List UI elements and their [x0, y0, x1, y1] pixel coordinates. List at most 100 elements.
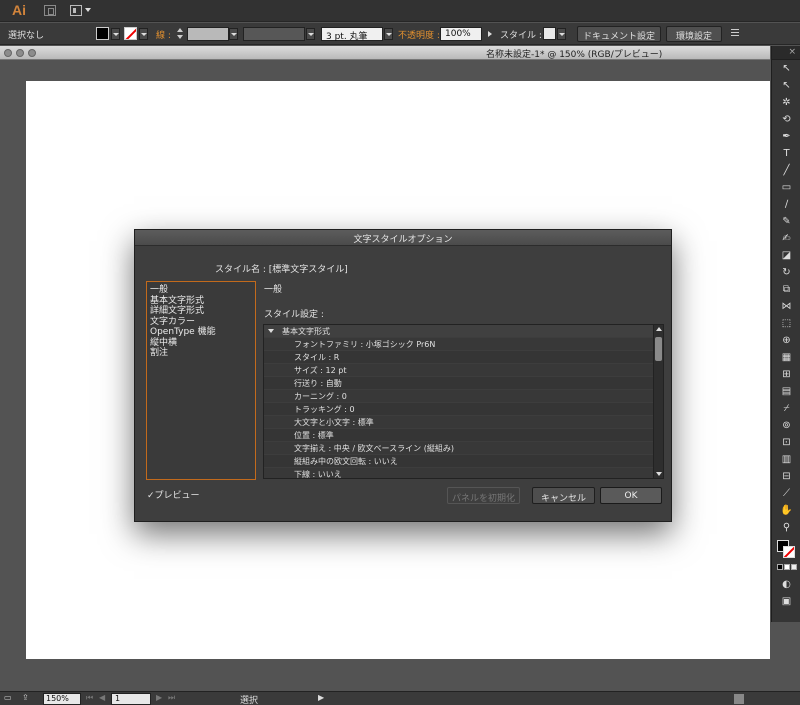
pen-tool-icon[interactable]: ✒ — [772, 128, 800, 145]
fill-swatch[interactable] — [96, 27, 109, 40]
width-tool-icon[interactable]: ⋈ — [772, 298, 800, 315]
expand-caret-icon[interactable] — [268, 329, 274, 333]
zoom-tool-icon[interactable]: ⚲ — [772, 519, 800, 536]
tree-row[interactable]: トラッキング : 0 — [264, 403, 653, 416]
shape-builder-tool-icon[interactable]: ⊕ — [772, 332, 800, 349]
eyedropper-tool-icon[interactable]: ⌿ — [772, 400, 800, 417]
screen-mode-icon[interactable]: ▣ — [772, 593, 800, 610]
scroll-thumb[interactable] — [655, 337, 662, 361]
graphic-style-swatch[interactable] — [543, 27, 556, 40]
pencil-tool-icon[interactable]: ✎ — [772, 213, 800, 230]
zoom-window-icon[interactable] — [28, 49, 36, 57]
tree-row[interactable]: 下線 : いいえ — [264, 468, 653, 478]
paintbrush-tool-icon[interactable]: ∕ — [772, 196, 800, 213]
close-panel-icon[interactable]: × — [788, 47, 796, 57]
category-tate-chu-yoko[interactable]: 縦中横 — [150, 338, 252, 349]
last-artboard-icon[interactable]: ⏭ — [168, 693, 175, 703]
arrange-documents-icon[interactable] — [70, 4, 91, 17]
minimize-window-icon[interactable] — [16, 49, 24, 57]
free-transform-tool-icon[interactable]: ⬚ — [772, 315, 800, 332]
drawing-mode-icon[interactable]: ◐ — [772, 576, 800, 593]
ok-button[interactable]: OK — [600, 487, 662, 504]
tools-panel-header[interactable]: × — [772, 46, 800, 60]
type-tool-icon[interactable]: T — [772, 145, 800, 162]
horizontal-scroll-thumb[interactable] — [734, 694, 744, 704]
first-artboard-icon[interactable]: ⏮ — [86, 693, 93, 703]
close-window-icon[interactable] — [4, 49, 12, 57]
lasso-tool-icon[interactable]: ⟲ — [772, 111, 800, 128]
tree-row[interactable]: 行送り : 自動 — [264, 377, 653, 390]
category-advanced-character-formats[interactable]: 詳細文字形式 — [150, 306, 252, 317]
zoom-level-field[interactable]: 150% — [43, 693, 81, 705]
stroke-color-swatch[interactable] — [783, 546, 795, 558]
tree-row[interactable]: フォントファミリ : 小塚ゴシック Pr6N — [264, 338, 653, 351]
reset-panel-button[interactable]: パネルを初期化 — [447, 487, 520, 504]
artboard-number-field[interactable]: 1 — [111, 693, 151, 705]
rectangle-tool-icon[interactable]: ▭ — [772, 179, 800, 196]
fill-dropdown[interactable] — [111, 28, 120, 40]
tree-row[interactable]: 文字揃え : 中央 / 欧文ベースライン (縦組み) — [264, 442, 653, 455]
rotate-tool-icon[interactable]: ↻ — [772, 264, 800, 281]
share-icon[interactable]: ⇪ — [22, 693, 29, 702]
tree-scrollbar[interactable] — [653, 325, 663, 478]
opacity-slider-arrow[interactable] — [488, 31, 492, 37]
perspective-grid-tool-icon[interactable]: ▦ — [772, 349, 800, 366]
next-artboard-icon[interactable]: ▶ — [156, 693, 162, 702]
opacity-label[interactable]: 不透明度 : — [398, 28, 440, 41]
category-general[interactable]: 一般 — [150, 285, 252, 296]
brush-definition-select[interactable]: 3 pt. 丸筆 — [321, 27, 383, 42]
tree-row[interactable]: サイズ : 12 pt — [264, 364, 653, 377]
category-warichu[interactable]: 割注 — [150, 348, 252, 359]
eraser-tool-icon[interactable]: ◪ — [772, 247, 800, 264]
scale-tool-icon[interactable]: ⧉ — [772, 281, 800, 298]
category-opentype-features[interactable]: OpenType 機能 — [150, 327, 252, 338]
scroll-down-icon[interactable] — [656, 472, 662, 476]
magic-wand-tool-icon[interactable]: ✲ — [772, 94, 800, 111]
blob-brush-tool-icon[interactable]: ✍ — [772, 230, 800, 247]
variable-width-dropdown[interactable] — [306, 28, 315, 40]
column-graph-tool-icon[interactable]: ▥ — [772, 451, 800, 468]
document-setup-button[interactable]: ドキュメント設定 — [577, 26, 661, 42]
category-character-color[interactable]: 文字カラー — [150, 317, 252, 328]
tree-row[interactable]: 縦組み中の欧文回転 : いいえ — [264, 455, 653, 468]
control-panel-menu-icon[interactable] — [731, 29, 745, 38]
scroll-up-icon[interactable] — [656, 327, 662, 331]
symbol-sprayer-tool-icon[interactable]: ⊡ — [772, 434, 800, 451]
selection-tool-icon[interactable]: ↖ — [772, 60, 800, 77]
tree-group-basic-character-formats[interactable]: 基本文字形式 — [264, 325, 653, 338]
color-mode-buttons[interactable] — [777, 564, 797, 570]
stroke-dropdown[interactable] — [139, 28, 148, 40]
gpu-performance-icon[interactable]: ▭ — [4, 693, 12, 702]
opacity-input[interactable]: 100% — [440, 27, 482, 41]
slice-tool-icon[interactable]: ⟋ — [772, 485, 800, 502]
fill-stroke-swatches[interactable] — [772, 536, 800, 576]
tree-row[interactable]: カーニング : 0 — [264, 390, 653, 403]
stroke-weight-stepper[interactable] — [176, 27, 185, 41]
gradient-tool-icon[interactable]: ▤ — [772, 383, 800, 400]
stroke-weight-input[interactable] — [187, 27, 229, 41]
cancel-button[interactable]: キャンセル — [532, 487, 595, 504]
dialog-title[interactable]: 文字スタイルオプション — [135, 230, 671, 246]
line-tool-icon[interactable]: ╱ — [772, 162, 800, 179]
hand-tool-icon[interactable]: ✋ — [772, 502, 800, 519]
tree-row[interactable]: 大文字と小文字 : 標準 — [264, 416, 653, 429]
mesh-tool-icon[interactable]: ⊞ — [772, 366, 800, 383]
status-menu-arrow-icon[interactable]: ▶ — [318, 693, 324, 702]
previous-artboard-icon[interactable]: ◀ — [99, 693, 105, 702]
tree-row[interactable]: 位置 : 標準 — [264, 429, 653, 442]
graphic-style-dropdown[interactable] — [557, 28, 566, 40]
stroke-swatch[interactable] — [124, 27, 137, 40]
preferences-button[interactable]: 環境設定 — [666, 26, 722, 42]
category-basic-character-formats[interactable]: 基本文字形式 — [150, 296, 252, 307]
preview-checkbox[interactable]: ✓プレビュー — [147, 488, 200, 501]
document-title: 名称未設定-1* @ 150% (RGB/プレビュー) — [486, 50, 663, 60]
tree-row[interactable]: スタイル : R — [264, 351, 653, 364]
direct-selection-tool-icon[interactable]: ↖ — [772, 77, 800, 94]
blend-tool-icon[interactable]: ⊚ — [772, 417, 800, 434]
bridge-icon[interactable] — [44, 5, 56, 16]
stroke-weight-dropdown[interactable] — [229, 28, 238, 40]
artboard-tool-icon[interactable]: ⊟ — [772, 468, 800, 485]
variable-width-profile[interactable] — [243, 27, 305, 41]
stroke-label[interactable]: 線 : — [156, 28, 171, 41]
brush-dropdown[interactable] — [384, 28, 393, 40]
